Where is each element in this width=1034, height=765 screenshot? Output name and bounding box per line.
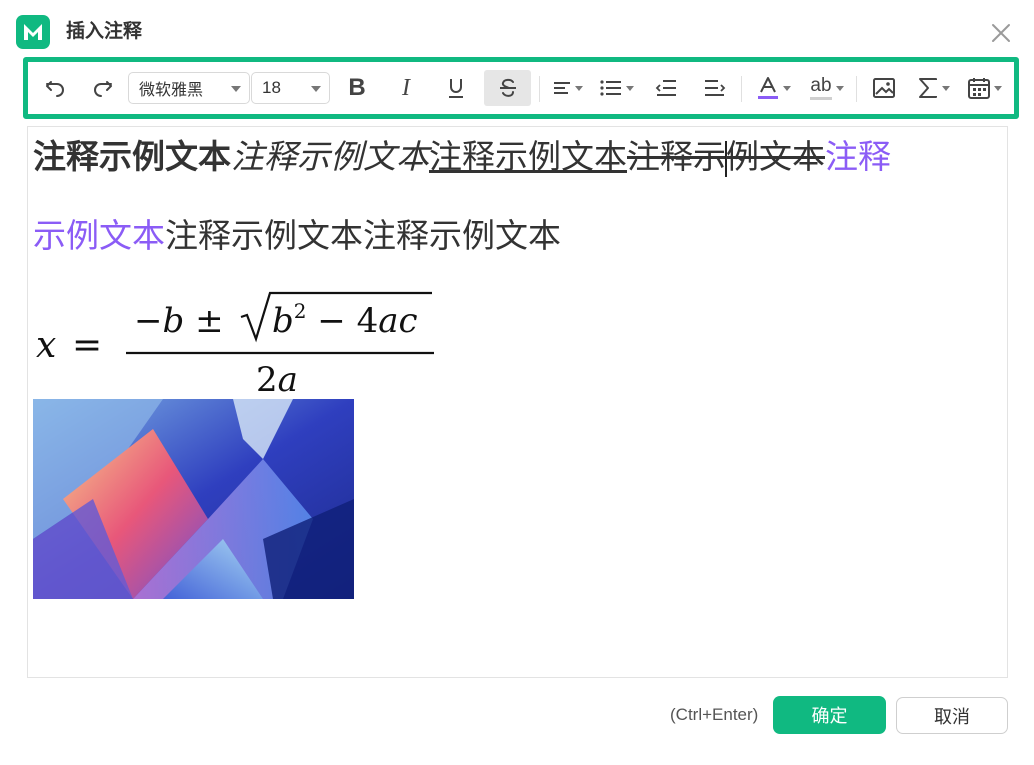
image-icon — [873, 78, 895, 98]
chevron-down-icon — [942, 85, 950, 91]
underline-icon — [449, 79, 463, 98]
abstract-gradient-image[interactable] — [33, 399, 354, 599]
italic-button[interactable]: I — [389, 70, 423, 106]
formula-denominator: 2a — [256, 360, 298, 399]
font-family-value: 微软雅黑 — [139, 80, 204, 99]
undo-button[interactable] — [38, 70, 72, 106]
formula-icon — [919, 78, 937, 98]
insert-date-button[interactable] — [961, 70, 1009, 106]
highlight-icon: ab — [810, 76, 832, 100]
font-size-value: 18 — [262, 78, 281, 97]
strikethrough-icon — [499, 78, 516, 97]
toolbar-divider — [741, 76, 742, 102]
editor-line-2: 示例文本注释示例文本注释示例文本 — [33, 216, 561, 256]
chevron-down-icon — [783, 85, 791, 91]
chevron-down-icon — [575, 85, 583, 91]
shortcut-hint: (Ctrl+Enter) — [670, 705, 759, 724]
chevron-down-icon — [994, 85, 1002, 91]
highlight-label: ab — [810, 75, 832, 96]
toolbar-divider — [856, 76, 857, 102]
insert-image-button[interactable] — [864, 70, 904, 106]
chevron-down-icon — [836, 85, 844, 91]
underline-text: 注释示例文本 — [429, 137, 627, 176]
mindmaster-logo-icon — [16, 15, 50, 49]
purple-text: 注释 — [825, 137, 891, 176]
chevron-down-icon — [626, 85, 634, 91]
strikethrough-button[interactable] — [484, 70, 531, 106]
highlight-button[interactable]: ab — [803, 70, 851, 106]
chevron-down-icon — [231, 86, 241, 92]
underline-button[interactable] — [439, 70, 473, 106]
cancel-button[interactable]: 取消 — [896, 697, 1008, 734]
date-icon — [968, 78, 990, 99]
formula-numerator: −b ± — [134, 301, 224, 341]
bold-button[interactable]: B — [340, 70, 374, 106]
purple-text: 示例文本 — [33, 216, 165, 255]
indent-button[interactable] — [698, 70, 732, 106]
align-button[interactable] — [550, 70, 586, 106]
outdent-icon — [655, 80, 676, 96]
formula-radicand: b2 − 4ac — [272, 299, 418, 341]
close-button[interactable] — [988, 20, 1014, 46]
redo-icon — [94, 81, 112, 97]
editor-line-1: 注释示例文本注释示例文本注释示例文本注释示例文本注释 — [33, 137, 891, 177]
formula-x: x — [36, 325, 56, 366]
list-icon — [600, 80, 621, 96]
bold-icon: B — [348, 74, 366, 101]
strike-text: 注释示 — [627, 137, 726, 176]
confirm-button[interactable]: 确定 — [773, 696, 886, 734]
redo-button[interactable] — [86, 70, 120, 106]
formatting-toolbar: 微软雅黑 18 B I ab — [23, 57, 1019, 119]
indent-icon — [705, 80, 726, 96]
italic-text: 注释示例文本 — [231, 137, 429, 176]
font-color-icon — [758, 77, 778, 99]
font-family-select[interactable]: 微软雅黑 — [128, 72, 250, 104]
formula-equals: = — [72, 325, 102, 366]
plain-text: 注释示例文本注释示例文本 — [165, 216, 561, 255]
title-bar: 插入注释 — [0, 0, 1034, 56]
font-size-select[interactable]: 18 — [251, 72, 330, 104]
align-icon — [554, 82, 570, 94]
close-icon — [992, 24, 1010, 42]
toolbar-divider — [539, 76, 540, 102]
bold-text: 注释示例文本 — [33, 137, 231, 176]
list-button[interactable] — [595, 70, 639, 106]
dialog-title: 插入注释 — [66, 21, 143, 42]
undo-icon — [46, 81, 64, 97]
quadratic-formula[interactable]: x = −b ± b2 − 4ac 2a — [34, 287, 454, 399]
note-editor[interactable]: 注释示例文本注释示例文本注释示例文本注释示例文本注释 示例文本注释示例文本注释示… — [27, 126, 1008, 678]
italic-icon: I — [402, 74, 410, 101]
strike-text: 例文本 — [726, 137, 825, 176]
chevron-down-icon — [311, 86, 321, 92]
insert-formula-button[interactable] — [912, 70, 956, 106]
outdent-button[interactable] — [649, 70, 683, 106]
font-color-button[interactable] — [752, 70, 796, 106]
highlight-swatch — [810, 97, 832, 100]
